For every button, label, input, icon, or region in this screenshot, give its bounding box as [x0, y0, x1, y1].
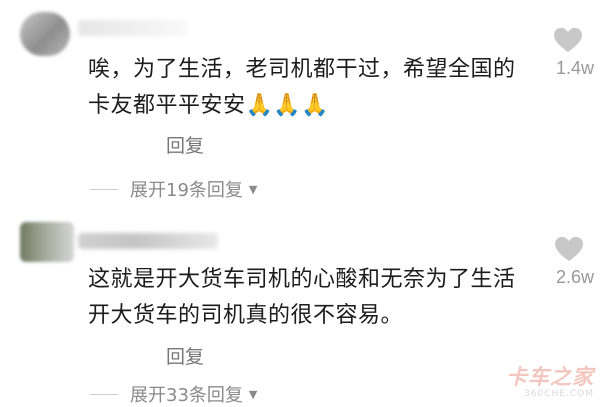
- watermark-sub-text: 360CHE.COM: [524, 389, 594, 399]
- username-blurred[interactable]: [78, 233, 218, 249]
- caret-down-icon: ▼: [248, 182, 258, 196]
- comment-text: 唉，为了生活，老司机都干过，希望全国的 卡友都平平安安🙏🙏🙏: [88, 57, 516, 118]
- watermark-logo: 卡车之家 360CHE.COM: [506, 367, 594, 399]
- username-blurred[interactable]: [78, 20, 188, 36]
- comment-text: 这就是开大货车司机的心酸和无奈为了生活 开大货车的司机真的很不容易。: [88, 267, 516, 328]
- expand-replies-label: 展开19条回复: [130, 180, 243, 201]
- like-count: 2.6w: [555, 267, 594, 287]
- avatar[interactable]: [20, 222, 74, 262]
- expand-replies-label: 展开33条回复: [130, 385, 243, 406]
- heart-icon[interactable]: [554, 236, 584, 262]
- watermark-main-text: 卡车之家: [506, 365, 594, 389]
- avatar[interactable]: [20, 12, 70, 56]
- expand-replies-button[interactable]: 展开33条回复 ▼: [90, 381, 257, 407]
- expand-replies-button[interactable]: 展开19条回复 ▼: [90, 176, 257, 202]
- divider-line: [90, 393, 118, 395]
- reply-button[interactable]: 回复: [166, 342, 204, 369]
- like-count: 1.4w: [555, 58, 594, 78]
- heart-icon[interactable]: [553, 27, 583, 53]
- divider-line: [90, 188, 118, 190]
- reply-button[interactable]: 回复: [166, 131, 204, 158]
- comment-item: 唉，为了生活，老司机都干过，希望全国的 卡友都平平安安🙏🙏🙏 1.4w 回复 展…: [0, 0, 600, 205]
- caret-down-icon: ▼: [248, 387, 258, 401]
